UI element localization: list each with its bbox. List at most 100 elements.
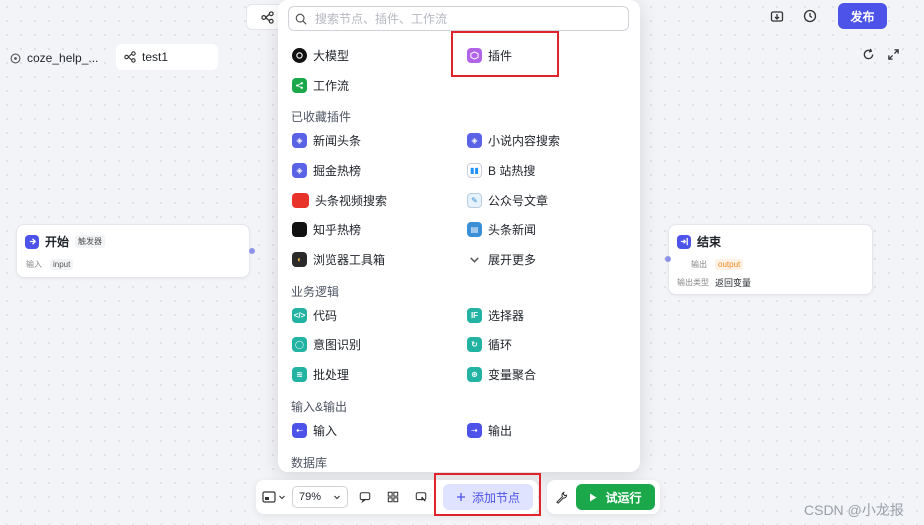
watermark: CSDN @小龙报	[804, 502, 904, 518]
item-label: 变量聚合	[488, 367, 537, 382]
comment-icon	[359, 492, 371, 503]
item-label: B 站热搜	[488, 163, 536, 178]
favorite-item[interactable]: 头条视频搜索	[292, 189, 387, 211]
expand-icon[interactable]	[887, 48, 900, 61]
item-label: 浏览器工具箱	[313, 252, 386, 267]
bilibili-icon: ▮▮	[467, 162, 482, 178]
start-field-value: input	[50, 259, 74, 270]
cursor-icon	[415, 492, 427, 502]
start-icon	[25, 234, 39, 249]
play-icon	[590, 493, 597, 501]
logic-item[interactable]: IF 选择器	[467, 304, 524, 326]
io-section-title: 输入&输出	[291, 400, 348, 414]
end-icon	[677, 234, 691, 249]
favorite-item[interactable]: ◈ 新闻头条	[292, 129, 361, 151]
minimap-icon	[262, 491, 276, 503]
end-input-port[interactable]	[665, 256, 671, 262]
interaction-mode-button[interactable]	[410, 486, 432, 508]
grid-icon	[387, 491, 399, 503]
plugin-highlight-box	[451, 31, 559, 77]
chevron-down-icon	[334, 495, 340, 500]
end-field1-label: 输出	[691, 260, 707, 269]
end-node-header: 结束	[677, 233, 721, 250]
breadcrumb[interactable]: coze_help_...	[10, 46, 98, 70]
logic-item[interactable]: ◯ 意图识别	[292, 333, 361, 355]
bot-icon	[10, 53, 21, 63]
publish-button[interactable]: 发布	[838, 3, 887, 29]
refresh-icon[interactable]	[862, 48, 875, 61]
llm-icon	[292, 47, 307, 63]
plugin-icon: ◈	[467, 132, 482, 148]
wrench-icon[interactable]	[555, 491, 568, 504]
db-section-title: 数据库	[291, 456, 328, 470]
item-label: 知乎热榜	[313, 222, 362, 237]
start-output-port[interactable]	[249, 248, 255, 254]
favorite-item[interactable]: ✎ 公众号文章	[467, 189, 548, 211]
chevron-down-icon	[470, 256, 479, 263]
start-field-label: 输入	[26, 260, 42, 269]
item-label: 大模型	[313, 48, 350, 63]
item-workflow[interactable]: 工作流	[292, 74, 349, 96]
batch-icon: ≋	[292, 366, 307, 382]
zoom-value: 79%	[299, 491, 322, 503]
test-run-label: 试运行	[605, 490, 642, 505]
favorites-section-title: 已收藏插件	[291, 110, 352, 124]
comment-button[interactable]	[354, 486, 376, 508]
search-box[interactable]	[288, 6, 629, 31]
logic-item[interactable]: ↻ 循环	[467, 333, 512, 355]
item-label: 头条新闻	[488, 222, 537, 237]
item-label: 公众号文章	[488, 193, 549, 208]
export-icon	[770, 11, 784, 22]
plugin-icon: ◈	[292, 132, 307, 148]
item-label: 代码	[313, 308, 338, 323]
favorite-item[interactable]: 知乎热榜	[292, 218, 361, 240]
history-button[interactable]	[797, 3, 823, 29]
loop-icon: ↻	[467, 336, 482, 352]
bot-name: coze_help_...	[27, 51, 99, 65]
end-field2-value: 返回变量	[715, 278, 752, 288]
start-node-title: 开始	[45, 235, 70, 249]
zoom-select[interactable]: 79%	[292, 486, 348, 508]
item-llm[interactable]: 大模型	[292, 44, 349, 66]
item-label: 新闻头条	[313, 133, 362, 148]
minimap-toggle[interactable]	[262, 491, 286, 503]
favorite-item[interactable]: ◐ 浏览器工具箱	[292, 248, 385, 270]
wechat-article-icon: ✎	[467, 192, 482, 208]
intent-icon: ◯	[292, 336, 307, 352]
input-icon: ⇠	[292, 422, 307, 438]
favorite-item[interactable]: ◈ 小说内容搜索	[467, 129, 560, 151]
start-node[interactable]: 开始 触发器 输入 input	[16, 224, 250, 278]
logic-item[interactable]: </> 代码	[292, 304, 337, 326]
logic-item[interactable]: ≋ 批处理	[292, 363, 349, 385]
toutiao-icon	[292, 192, 309, 208]
export-button[interactable]	[764, 3, 790, 29]
end-node-title: 结束	[697, 235, 722, 249]
favorite-item[interactable]: ▮▮ B 站热搜	[467, 159, 535, 181]
trigger-badge: 触发器	[75, 235, 106, 248]
logic-section-title: 业务逻辑	[291, 285, 340, 299]
item-label: 展开更多	[488, 252, 537, 267]
item-label: 批处理	[313, 367, 350, 382]
run-toolbar: 试运行	[547, 480, 660, 514]
output-icon: ⇢	[467, 422, 482, 438]
test-run-button[interactable]: 试运行	[576, 484, 655, 510]
io-item[interactable]: ⇠ 输入	[292, 419, 337, 441]
end-field2-label: 输出类型	[677, 278, 709, 287]
browser-icon: ◐	[292, 251, 307, 267]
show-more-button[interactable]: 展开更多	[467, 248, 536, 270]
item-label: 循环	[488, 337, 513, 352]
workflow-name-pill[interactable]: test1	[116, 44, 218, 70]
item-label: 意图识别	[313, 337, 362, 352]
favorite-item[interactable]: ▤ 头条新闻	[467, 218, 536, 240]
item-label: 选择器	[488, 308, 525, 323]
layout-button[interactable]	[382, 486, 404, 508]
aggregate-icon: ⊛	[467, 366, 482, 382]
end-node[interactable]: 结束 输出 output 输出类型 返回变量	[668, 224, 873, 295]
history-icon	[803, 9, 817, 23]
zhihu-icon	[292, 221, 307, 237]
favorite-item[interactable]: ◈ 掘金热榜	[292, 159, 361, 181]
io-item[interactable]: ⇢ 输出	[467, 419, 512, 441]
logic-item[interactable]: ⊛ 变量聚合	[467, 363, 536, 385]
code-icon: </>	[292, 307, 307, 323]
search-input[interactable]	[313, 10, 628, 27]
